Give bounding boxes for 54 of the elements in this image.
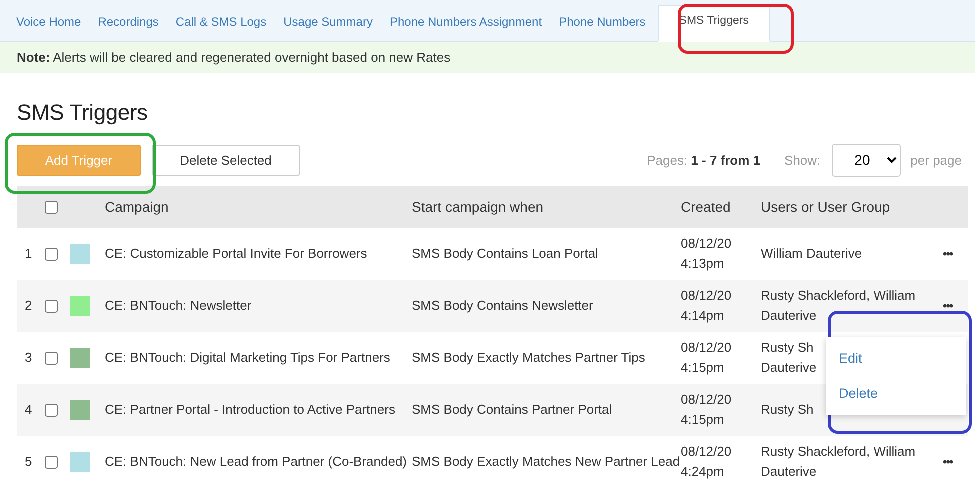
row-checkbox[interactable]	[45, 404, 58, 416]
campaign-name: CE: Customizable Portal Invite For Borrowers	[105, 245, 368, 263]
trigger-condition: SMS Body Exactly Matches Partner Tips	[412, 349, 646, 367]
trigger-condition: SMS Body Contains Newsletter	[412, 297, 594, 315]
show-label: Show:	[784, 152, 821, 168]
created-date: 08/12/20 4:15pm	[681, 391, 732, 429]
created-date: 08/12/20 4:24pm	[681, 443, 732, 481]
more-icon[interactable]: •••	[943, 299, 968, 313]
column-header: Campaign	[105, 199, 170, 215]
campaign-name: CE: BNTouch: New Lead from Partner (Co-Branded)	[105, 453, 408, 471]
campaign-name: CE: Partner Portal - Introduction to Active Partners	[105, 401, 396, 419]
user-names: Rusty Shackleford, William Dauterive	[761, 443, 916, 481]
row-checkbox[interactable]	[45, 300, 58, 312]
trigger-condition: SMS Body Contains Loan Portal	[412, 245, 598, 263]
trigger-condition: SMS Body Contains Partner Portal	[412, 401, 612, 419]
menu-item[interactable]: Edit	[826, 351, 876, 366]
created-date: 08/12/20 4:15pm	[681, 339, 732, 377]
nav-tab[interactable]: Phone Numbers	[550, 15, 654, 41]
row-number: 3	[24, 349, 32, 367]
more-icon[interactable]: •••	[943, 455, 968, 469]
select-all-checkbox[interactable]	[45, 200, 58, 214]
row-number: 2	[24, 297, 32, 315]
page-info: Pages: 1 - 7 from 1	[647, 152, 761, 168]
user-names: Rusty Shackleford, William Dauterive	[761, 287, 916, 325]
user-names: William Dauterive	[761, 245, 862, 263]
column-header: Users or User Group	[761, 199, 892, 215]
more-icon[interactable]: •••	[943, 247, 968, 261]
user-names: Rusty Sh Dauterive	[761, 339, 817, 377]
created-date: 08/12/20 4:13pm	[681, 235, 732, 273]
campaign-name: CE: BNTouch: Newsletter	[105, 297, 252, 315]
per-page-label: per page	[910, 152, 962, 168]
nav-tab[interactable]: Phone Numbers Assignment	[381, 15, 551, 41]
trigger-condition: SMS Body Exactly Matches New Partner Lead	[412, 453, 680, 471]
nav-tab[interactable]: Usage Summary	[275, 15, 382, 41]
nav-tab[interactable]: Voice Home	[8, 15, 90, 41]
note-text: Note: Alerts will be cleared and regenerated overnight based on new Rates	[17, 50, 451, 65]
row-checkbox[interactable]	[45, 456, 58, 468]
menu-item[interactable]: Delete	[826, 386, 892, 401]
created-date: 08/12/20 4:14pm	[681, 287, 732, 325]
column-header: Created	[681, 199, 732, 215]
delete-button[interactable]: Delete Selected	[152, 144, 300, 176]
row-number: 1	[24, 245, 32, 263]
page-title: SMS Triggers	[17, 100, 149, 126]
row-checkbox[interactable]	[45, 248, 58, 260]
nav-tab[interactable]: Call & SMS Logs	[167, 15, 276, 41]
per-page-select[interactable]: 20	[832, 144, 901, 176]
nav-tab[interactable]: SMS Triggers	[658, 5, 770, 42]
row-number: 5	[24, 453, 32, 471]
nav-tab[interactable]: Recordings	[90, 15, 168, 41]
user-names: Rusty Sh	[761, 401, 814, 419]
row-number: 4	[24, 401, 32, 419]
campaign-name: CE: BNTouch: Digital Marketing Tips For Partners	[105, 349, 390, 367]
column-header: Start campaign when	[412, 199, 545, 215]
row-checkbox[interactable]	[45, 352, 58, 364]
